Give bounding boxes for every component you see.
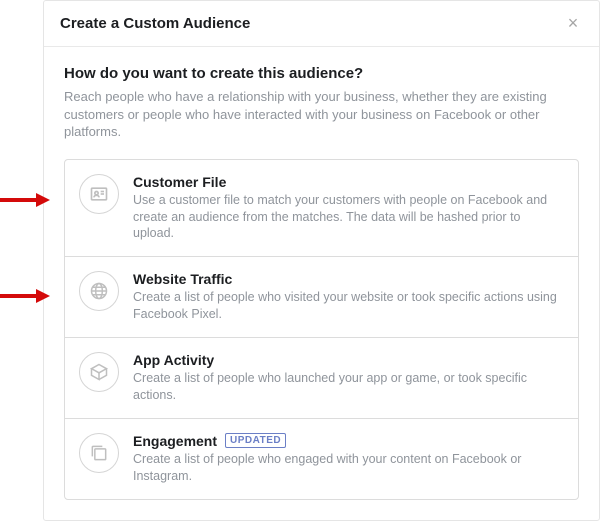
- option-customer-file[interactable]: Customer File Use a customer file to mat…: [65, 160, 578, 257]
- pages-icon: [79, 433, 119, 473]
- question-subtext: Reach people who have a relationship wit…: [64, 88, 579, 141]
- option-body: Engagement UPDATED Create a list of peop…: [133, 433, 564, 485]
- option-body: App Activity Create a list of people who…: [133, 352, 564, 404]
- annotation-arrow: [0, 193, 50, 207]
- question-heading: How do you want to create this audience?: [64, 65, 579, 82]
- option-desc: Use a customer file to match your custom…: [133, 192, 564, 243]
- modal-title: Create a Custom Audience: [60, 15, 563, 32]
- option-list: Customer File Use a customer file to mat…: [64, 159, 579, 500]
- close-button[interactable]: ×: [563, 14, 583, 34]
- option-desc: Create a list of people who engaged with…: [133, 451, 564, 485]
- custom-audience-modal: Create a Custom Audience × How do you wa…: [43, 0, 600, 521]
- option-title: Engagement: [133, 433, 217, 449]
- option-title: Website Traffic: [133, 271, 232, 287]
- option-engagement[interactable]: Engagement UPDATED Create a list of peop…: [65, 418, 578, 499]
- cube-icon: [79, 352, 119, 392]
- option-desc: Create a list of people who launched you…: [133, 370, 564, 404]
- modal-header: Create a Custom Audience ×: [44, 1, 599, 47]
- annotation-arrow: [0, 289, 50, 303]
- option-title: App Activity: [133, 352, 214, 368]
- modal-body: How do you want to create this audience?…: [44, 47, 599, 520]
- option-body: Customer File Use a customer file to mat…: [133, 174, 564, 243]
- updated-badge: UPDATED: [225, 433, 286, 448]
- option-body: Website Traffic Create a list of people …: [133, 271, 564, 323]
- option-desc: Create a list of people who visited your…: [133, 289, 564, 323]
- option-website-traffic[interactable]: Website Traffic Create a list of people …: [65, 256, 578, 337]
- option-title: Customer File: [133, 174, 226, 190]
- globe-icon: [79, 271, 119, 311]
- close-icon: ×: [568, 13, 579, 34]
- contact-card-icon: [79, 174, 119, 214]
- option-app-activity[interactable]: App Activity Create a list of people who…: [65, 337, 578, 418]
